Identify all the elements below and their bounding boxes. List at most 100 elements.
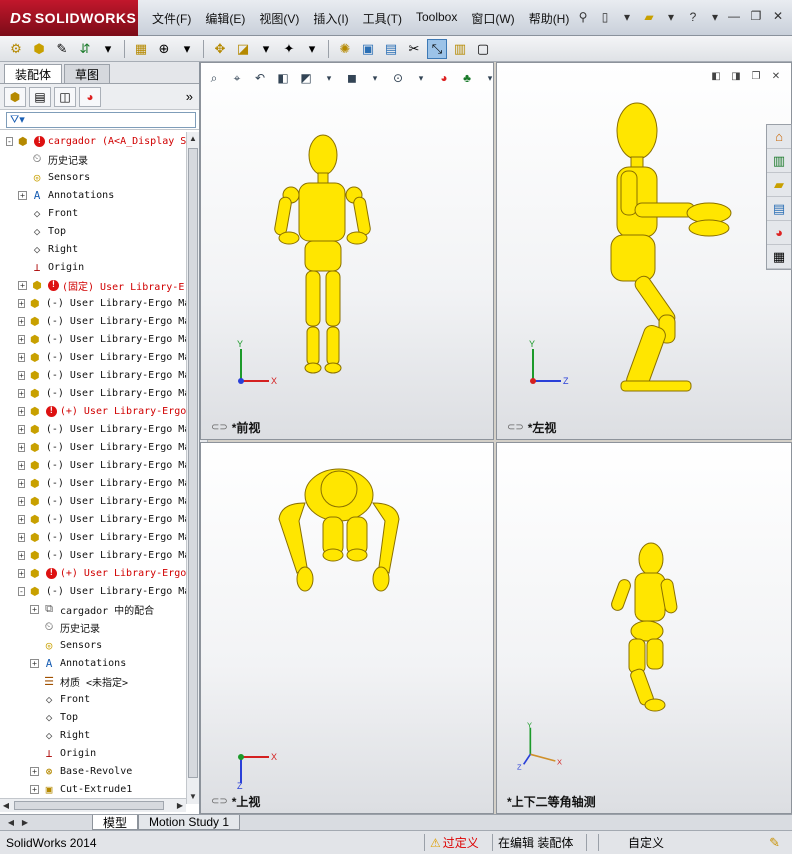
solidworks-resources-icon[interactable]: ⌂ [767, 125, 791, 149]
tree-item[interactable]: - ⬢ (-) User Library-Ergo Ma [0, 582, 186, 600]
scroll-left-icon[interactable]: ◀ [0, 799, 12, 812]
open-folder-icon[interactable]: ▰ [640, 8, 658, 26]
tree-item[interactable]: + ⬢ (-) User Library-Ergo Ma [0, 384, 186, 402]
file-explorer-icon[interactable]: ▰ [767, 173, 791, 197]
pin-tool-icon[interactable]: ✎ [52, 39, 72, 59]
smart-fastener-icon[interactable]: ⊕ [154, 39, 174, 59]
tree-item[interactable]: ◎ Sensors [0, 636, 186, 654]
tree-item[interactable]: ⊥ Origin [0, 744, 186, 762]
chevron-down-icon[interactable]: ▾ [662, 8, 680, 26]
chevron-down-icon[interactable]: ▾ [177, 39, 197, 59]
tree-horizontal-scrollbar[interactable]: ◀ ▶ [0, 798, 186, 812]
chevron-down-icon[interactable]: ▾ [302, 39, 322, 59]
tree-item[interactable]: ◎ Sensors [0, 168, 186, 186]
chevron-down-icon[interactable]: ▾ [618, 8, 636, 26]
expand-icon[interactable]: + [18, 406, 25, 416]
viewport-front[interactable]: ⌕ ⌖ ↶ ◧ ◩ ▾ ◼ ▾ ⊙ ▾ ◕ ♣ ▾ ▣ ▾ [200, 62, 494, 440]
tree-item[interactable]: + ⬢ (-) User Library-Ergo Ma [0, 330, 186, 348]
tree-item[interactable]: ◇ Top [0, 708, 186, 726]
expand-icon[interactable]: + [18, 478, 25, 488]
expand-icon[interactable]: + [30, 784, 39, 794]
expand-icon[interactable]: + [18, 352, 25, 362]
expand-icon[interactable]: + [18, 460, 25, 470]
instant3d-icon[interactable]: ⤡ [427, 38, 447, 59]
tree-item[interactable]: + ⬢ (-) User Library-Ergo Ma [0, 420, 186, 438]
viewport-left[interactable]: ◧ ◨ ❐ ✕ Y Z ⊂⊃ *左视 [496, 62, 792, 440]
scroll-down-icon[interactable]: ▼ [187, 790, 199, 804]
bill-of-materials-icon[interactable]: ▤ [381, 39, 401, 59]
tree-item[interactable]: + ⬢ (-) User Library-Ergo Ma [0, 546, 186, 564]
tree-item[interactable]: + ⬢ (-) User Library-Ergo Ma [0, 492, 186, 510]
menu-toolbox[interactable]: Toolbox [410, 9, 463, 28]
expand-icon[interactable]: + [18, 496, 25, 506]
assembly-icon[interactable]: ⚙ [6, 39, 26, 59]
menu-view[interactable]: 视图(V) [253, 9, 305, 28]
tree-item[interactable]: + ⬢ (-) User Library-Ergo Ma [0, 474, 186, 492]
new-document-icon[interactable]: ▯ [596, 8, 614, 26]
solidworks-logo[interactable]: DS SOLIDWORKS [0, 0, 138, 36]
expand-icon[interactable]: + [18, 298, 25, 308]
expand-icon[interactable]: + [30, 604, 39, 614]
expand-icon[interactable]: + [18, 424, 25, 434]
expand-icon[interactable]: + [18, 514, 25, 524]
tree-item[interactable]: + A Annotations [0, 654, 186, 672]
appearances-icon[interactable]: ◕ [767, 221, 791, 245]
chevron-down-icon[interactable]: ▾ [98, 39, 118, 59]
pin-icon[interactable]: ⚲ [574, 8, 592, 26]
tree-item[interactable]: ◇ Right [0, 726, 186, 744]
expand-icon[interactable]: + [18, 190, 27, 200]
menu-tools[interactable]: 工具(T) [357, 9, 408, 28]
tree-item[interactable]: - ⬢! cargador (A<A_Display S [0, 132, 186, 150]
tree-item[interactable]: + ⬢ (-) User Library-Ergo Ma [0, 312, 186, 330]
exploded-view-icon[interactable]: ✂ [404, 39, 424, 59]
expand-icon[interactable]: + [18, 388, 25, 398]
expand-icon[interactable]: + [18, 532, 25, 542]
features-icon[interactable]: ✦ [279, 39, 299, 59]
tree-item[interactable]: + ⬢ (-) User Library-Ergo Ma [0, 510, 186, 528]
link-views-icon[interactable]: ⊂⊃ [211, 796, 228, 807]
viewport-top[interactable]: X Z ⊂⊃ *上视 [200, 442, 494, 814]
more-tabs-icon[interactable]: » [186, 89, 193, 104]
menu-edit[interactable]: 编辑(E) [199, 9, 251, 28]
scroll-up-icon[interactable]: ▲ [187, 132, 199, 146]
tree-item[interactable]: ⏲ 历史记录 [0, 618, 186, 636]
tab-assembly[interactable]: 装配体 [4, 64, 63, 83]
restore-icon[interactable]: ❐ [748, 8, 764, 24]
design-library-icon[interactable]: ▥ [767, 149, 791, 173]
view-palette-icon[interactable]: ▤ [767, 197, 791, 221]
tree-item[interactable]: + ⬢ (-) User Library-Ergo Ma [0, 294, 186, 312]
scroll-thumb[interactable] [188, 148, 198, 778]
viewport-dimetric[interactable]: Y X Z *上下二等角轴测 [496, 442, 792, 814]
chevron-down-icon[interactable]: ▾ [706, 8, 724, 26]
menu-insert[interactable]: 插入(I) [307, 9, 354, 28]
expand-icon[interactable]: + [18, 550, 25, 560]
tree-item[interactable]: + ⬢! (+) User Library-Ergo [0, 564, 186, 582]
feature-manager-icon[interactable]: ⬢ [4, 86, 26, 107]
status-units[interactable]: 自定义 [628, 834, 664, 851]
display-manager-icon[interactable]: ◕ [79, 86, 101, 107]
expand-icon[interactable]: + [18, 568, 25, 578]
expand-icon[interactable]: + [18, 442, 25, 452]
scroll-right-icon[interactable]: ▶ [174, 799, 186, 812]
new-motion-study-icon[interactable]: ▣ [358, 39, 378, 59]
expand-icon[interactable]: + [18, 280, 27, 290]
mate-icon[interactable]: ⇵ [75, 39, 95, 59]
tree-item[interactable]: + ⧉ cargador 中的配合 [0, 600, 186, 618]
tree-item[interactable]: + ⊛ Base-Revolve [0, 762, 186, 780]
expand-icon[interactable]: + [30, 766, 39, 776]
help-question-icon[interactable]: ? [684, 8, 702, 26]
insert-component-icon[interactable]: ⬢ [29, 39, 49, 59]
chevron-down-icon[interactable]: ▾ [256, 39, 276, 59]
tree-item[interactable]: ⏲ 历史记录 [0, 150, 186, 168]
tree-vertical-scrollbar[interactable]: ▲ ▼ [186, 132, 199, 804]
tree-item[interactable]: ◇ Front [0, 690, 186, 708]
configuration-manager-icon[interactable]: ◫ [54, 86, 76, 107]
link-views-icon[interactable]: ⊂⊃ [507, 422, 524, 433]
tree-item[interactable]: + A Annotations [0, 186, 186, 204]
expand-icon[interactable]: + [18, 370, 25, 380]
menu-window[interactable]: 窗口(W) [465, 9, 520, 28]
expand-icon[interactable]: + [18, 316, 25, 326]
tab-scroll-left-icon[interactable]: ◀ [4, 815, 18, 830]
help-icon[interactable]: ✎ [769, 835, 780, 851]
link-views-icon[interactable]: ⊂⊃ [211, 422, 228, 433]
